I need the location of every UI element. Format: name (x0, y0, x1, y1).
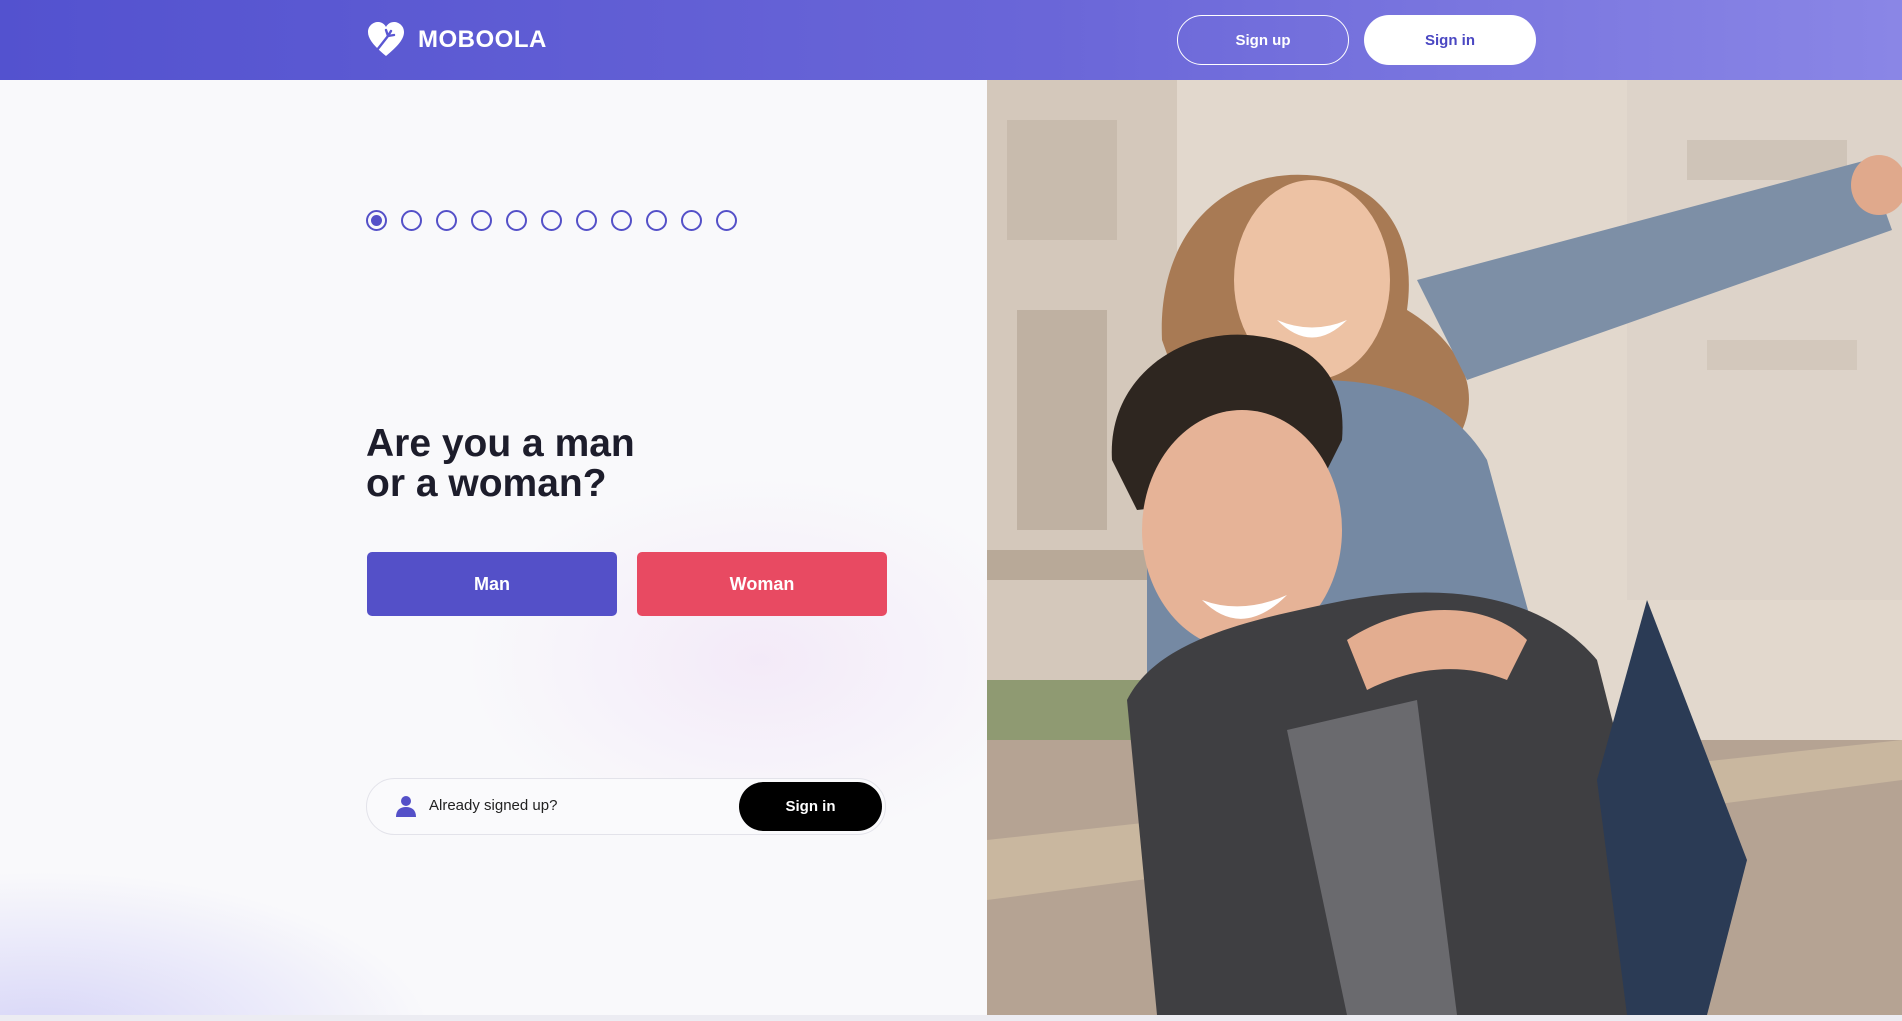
progress-dot-2 (401, 210, 422, 231)
signin-button[interactable]: Sign in (739, 782, 882, 831)
progress-dot-1 (366, 210, 387, 231)
progress-dot-3 (436, 210, 457, 231)
progress-dot-9 (646, 210, 667, 231)
progress-dot-11 (716, 210, 737, 231)
top-header: MOBOOLA Sign up Sign in (0, 0, 1902, 80)
woman-button[interactable]: Woman (637, 552, 887, 616)
progress-steps (366, 210, 737, 231)
signup-panel: Are you a man or a woman? Man Woman Alre… (0, 80, 987, 1015)
progress-dot-7 (576, 210, 597, 231)
user-icon (396, 796, 416, 817)
couple-photo-illustration (987, 80, 1902, 1015)
brand-name: MOBOOLA (418, 26, 547, 53)
progress-dot-4 (471, 210, 492, 231)
progress-dot-10 (681, 210, 702, 231)
brand-logo[interactable]: MOBOOLA (366, 20, 547, 60)
header-signup-button[interactable]: Sign up (1177, 15, 1349, 65)
question-heading: Are you a man or a woman? (366, 424, 786, 504)
progress-dot-6 (541, 210, 562, 231)
couple-photo (987, 80, 1902, 1015)
already-signed-up-box: Already signed up? Sign in (366, 778, 886, 835)
already-signed-up-text: Already signed up? (429, 797, 558, 814)
bottom-strip (0, 1015, 1902, 1021)
header-signin-button[interactable]: Sign in (1364, 15, 1536, 65)
progress-dot-8 (611, 210, 632, 231)
progress-dot-5 (506, 210, 527, 231)
man-button[interactable]: Man (367, 552, 617, 616)
heart-logo-icon (368, 22, 404, 56)
question-line-2: or a woman? (366, 462, 607, 505)
question-line-1: Are you a man (366, 422, 635, 465)
